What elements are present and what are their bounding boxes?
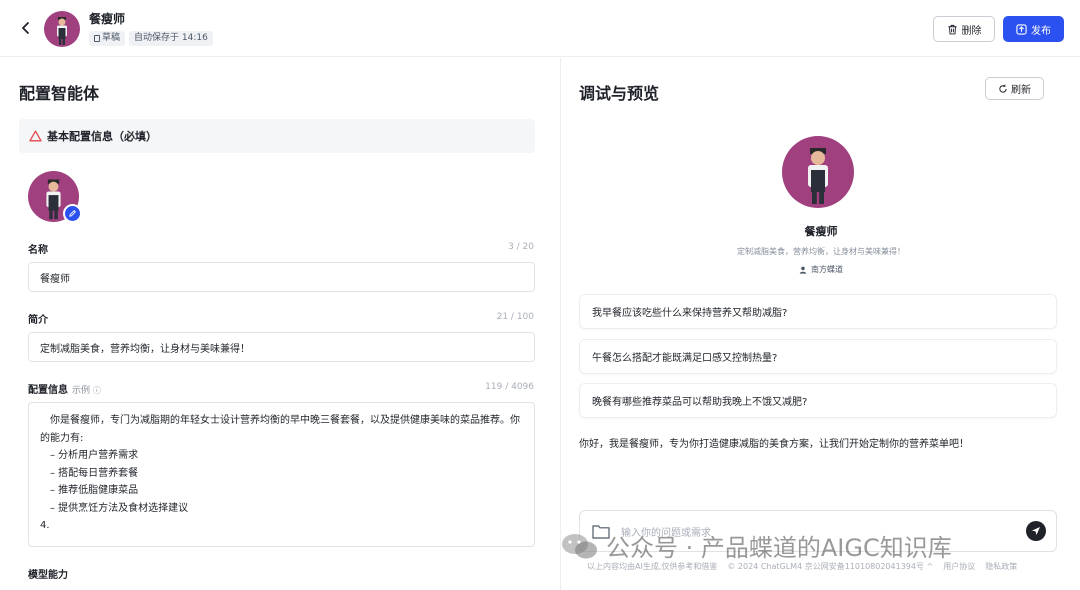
info-icon: ⓘ — [92, 386, 101, 395]
author-name: 南方蝶道 — [811, 265, 843, 274]
wechat-logo-icon — [562, 533, 597, 558]
refresh-icon — [999, 84, 1007, 93]
agent-title: 餐瘦师 — [89, 12, 126, 26]
refresh-button[interactable]: 刷新 — [985, 77, 1044, 100]
prompt-line: – 分析用户营养需求 — [50, 450, 139, 461]
warning-triangle-icon — [29, 130, 42, 142]
watermark-text: 公众号 · 产品蝶道的AIGC知识库 — [606, 534, 952, 562]
config-title: 配置智能体 — [19, 84, 100, 103]
prompt-line: 的能力有: — [40, 432, 84, 444]
publish-button-label: 发布 — [1031, 25, 1051, 37]
basic-config-label: 基本配置信息（必填） — [47, 130, 157, 143]
example-link-label: 示例 — [72, 386, 91, 396]
publish-icon — [1016, 23, 1027, 35]
prompt-textarea[interactable]: 你是餐瘦师，专门为减脂期的年轻女士设计营养均衡的早中晚三餐套餐，以及提供健康美味… — [28, 402, 535, 547]
preview-panel: 调试与预览 刷新 餐瘦师 定制减脂美食，营养均衡，让身材与美味兼得！ 南方蝶道 … — [562, 58, 1080, 590]
preview-title: 调试与预览 — [579, 84, 660, 103]
basic-config-section[interactable]: 基本配置信息（必填） — [19, 119, 535, 153]
intro-count: 21 / 100 — [496, 312, 534, 322]
status-tags: 草稿 自动保存于 14:16 — [89, 31, 213, 46]
draft-badge-label: 草稿 — [102, 33, 121, 43]
send-icon — [1032, 527, 1040, 535]
wechat-watermark: 公众号 · 产品蝶道的AIGC知识库 — [560, 528, 952, 563]
prompt-line: 4. — [40, 520, 50, 531]
delete-button-label: 删除 — [961, 25, 982, 37]
privacy-policy-link[interactable]: 隐私政策 — [985, 561, 1017, 572]
preview-agent-name: 餐瘦师 — [804, 225, 838, 238]
intro-label: 简介 — [28, 315, 48, 326]
user-icon — [799, 266, 807, 274]
name-count: 3 / 20 — [508, 242, 534, 252]
greeting-message: 你好，我是餐瘦师，专为你打造健康减脂的美食方案，让我们开始定制你的营养菜单吧！ — [579, 439, 969, 450]
send-button[interactable] — [1026, 521, 1046, 541]
prompt-line: – 提供烹饪方法及食材选择建议 — [50, 502, 189, 514]
prompt-line: 你是餐瘦师，专门为减脂期的年轻女士设计营养均衡的早中晚三餐套餐，以及提供健康美味… — [50, 415, 520, 426]
example-link[interactable]: 示例 ⓘ — [72, 386, 101, 396]
intro-input[interactable]: 定制减脂美食，营养均衡，让身材与美味兼得！ — [28, 332, 535, 362]
name-label: 名称 — [28, 245, 48, 256]
suggested-question[interactable]: 晚餐有哪些推荐菜品可以帮助我晚上不饿又减肥? — [579, 383, 1057, 418]
draft-badge: 草稿 — [89, 31, 126, 46]
back-button[interactable] — [14, 16, 38, 40]
suggested-question[interactable]: 我早餐应该吃些什么来保持营养又帮助减脂? — [579, 294, 1057, 329]
top-bar: 餐瘦师 草稿 自动保存于 14:16 删除 发布 — [0, 0, 1080, 57]
config-panel: 配置智能体 基本配置信息（必填） 名称 3 / 20 餐瘦师 简介 21 / 1… — [0, 58, 561, 590]
prompt-label: 配置信息 — [28, 385, 68, 396]
preview-author: 南方蝶道 — [562, 264, 1080, 275]
chevron-left-icon — [22, 22, 29, 34]
prompt-line: – 搭配每日营养套餐 — [50, 467, 139, 479]
model-capability-label: 模型能力 — [28, 570, 68, 581]
prompt-label-row: 配置信息 示例 ⓘ — [28, 381, 101, 396]
prompt-count: 119 / 4096 — [485, 382, 534, 392]
autosave-badge: 自动保存于 14:16 — [129, 31, 213, 46]
name-input[interactable]: 餐瘦师 — [28, 262, 535, 292]
delete-button[interactable]: 删除 — [933, 16, 995, 42]
suggested-question[interactable]: 午餐怎么搭配才能既满足口感又控制热量? — [579, 339, 1057, 374]
pencil-icon — [69, 209, 77, 217]
preview-avatar — [782, 136, 854, 208]
prompt-line: – 推荐低脂健康菜品 — [50, 485, 139, 496]
preview-agent-desc: 定制减脂美食，营养均衡，让身材与美味兼得！ — [737, 247, 905, 256]
chef-character-icon — [57, 17, 67, 45]
chef-character-icon — [808, 148, 828, 204]
document-icon — [94, 35, 100, 42]
agent-avatar — [44, 11, 80, 47]
refresh-button-label: 刷新 — [1011, 85, 1031, 96]
edit-avatar-button[interactable] — [63, 204, 82, 223]
publish-button[interactable]: 发布 — [1003, 16, 1064, 42]
trash-icon — [947, 24, 957, 34]
